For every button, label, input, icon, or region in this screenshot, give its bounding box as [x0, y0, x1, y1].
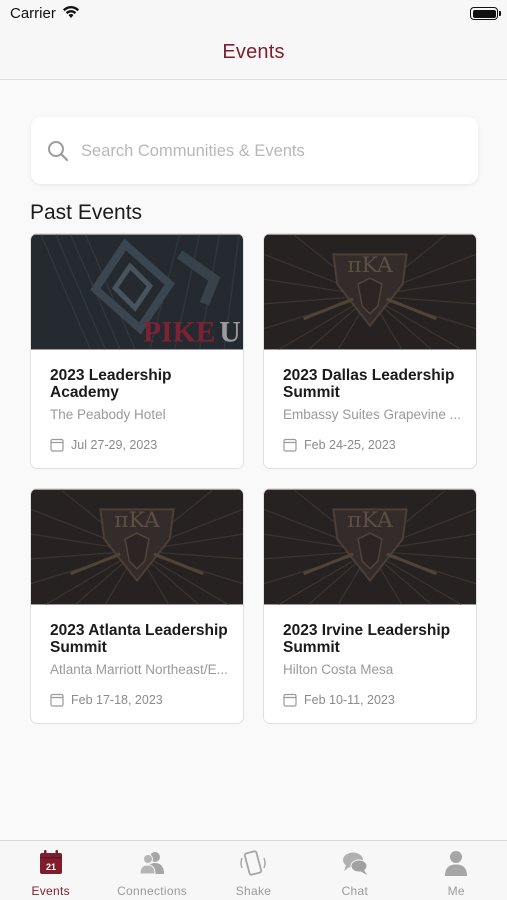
event-date: Jul 27-29, 2023: [71, 438, 158, 452]
event-date: Feb 24-25, 2023: [304, 438, 396, 452]
event-card[interactable]: 2023 Irvine Leadership Summit Hilton Cos…: [263, 488, 477, 724]
calendar-day-badge: 21: [46, 862, 56, 872]
event-image: [264, 489, 476, 605]
tab-label: Chat: [341, 884, 369, 898]
tab-connections[interactable]: Connections: [101, 841, 202, 900]
section-title-past-events: Past Events: [30, 201, 143, 224]
event-title: 2023 Dallas Leadership Summit: [283, 367, 455, 401]
battery-icon: [470, 7, 501, 20]
search-icon: [48, 141, 69, 162]
wifi-icon: [63, 5, 79, 18]
tab-label: Me: [447, 884, 465, 898]
tab-shake[interactable]: Shake: [203, 841, 304, 900]
chat-bubbles-icon: [342, 852, 368, 875]
svg-text:U: U: [219, 317, 240, 349]
event-card[interactable]: 2023 Atlanta Leadership Summit Atlanta M…: [30, 488, 244, 724]
event-date-row: Feb 17-18, 2023: [50, 691, 163, 709]
navigation-bar: Events: [0, 30, 507, 80]
calendar-icon: [50, 438, 64, 452]
search-input[interactable]: [81, 137, 461, 165]
event-card[interactable]: PIKE U 2023 Leadership Academy The Peabo…: [30, 233, 244, 469]
event-image: [31, 489, 243, 605]
event-date-row: Feb 24-25, 2023: [283, 436, 396, 454]
event-image: [264, 234, 476, 350]
tab-label: Shake: [235, 884, 272, 898]
event-title: 2023 Atlanta Leadership Summit: [50, 622, 228, 656]
pike-logo-text: PIKE: [143, 317, 216, 349]
event-title: 2023 Irvine Leadership Summit: [283, 622, 451, 656]
event-card[interactable]: 2023 Dallas Leadership Summit Embassy Su…: [263, 233, 477, 469]
person-icon: [445, 851, 468, 876]
page-title: Events: [222, 41, 285, 63]
calendar-icon: [50, 693, 64, 707]
event-venue: Atlanta Marriott Northeast/E...: [50, 662, 228, 677]
tab-bar: 21 Events Connections Shake Chat Me: [0, 840, 507, 900]
carrier-label: Carrier: [10, 5, 56, 22]
people-icon: [139, 852, 165, 875]
event-date: Feb 10-11, 2023: [304, 693, 395, 707]
calendar-icon: [283, 438, 297, 452]
event-date: Feb 17-18, 2023: [71, 693, 163, 707]
event-title: 2023 Leadership Academy: [50, 367, 172, 401]
calendar-icon: 21: [39, 850, 62, 874]
tab-label: Events: [31, 884, 70, 898]
shake-phone-icon: [240, 850, 267, 876]
event-date-row: Jul 27-29, 2023: [50, 436, 157, 454]
event-venue: Hilton Costa Mesa: [283, 662, 394, 677]
tab-events[interactable]: 21 Events: [0, 841, 101, 900]
status-bar: Carrier: [0, 0, 507, 30]
event-image: PIKE U: [31, 234, 243, 350]
tab-me[interactable]: Me: [406, 841, 507, 900]
tab-label: Connections: [117, 884, 188, 898]
calendar-icon: [283, 693, 297, 707]
tab-chat[interactable]: Chat: [304, 841, 405, 900]
event-venue: The Peabody Hotel: [50, 407, 166, 422]
event-venue: Embassy Suites Grapevine ...: [283, 407, 461, 422]
search-bar[interactable]: [31, 117, 478, 184]
event-date-row: Feb 10-11, 2023: [283, 691, 395, 709]
